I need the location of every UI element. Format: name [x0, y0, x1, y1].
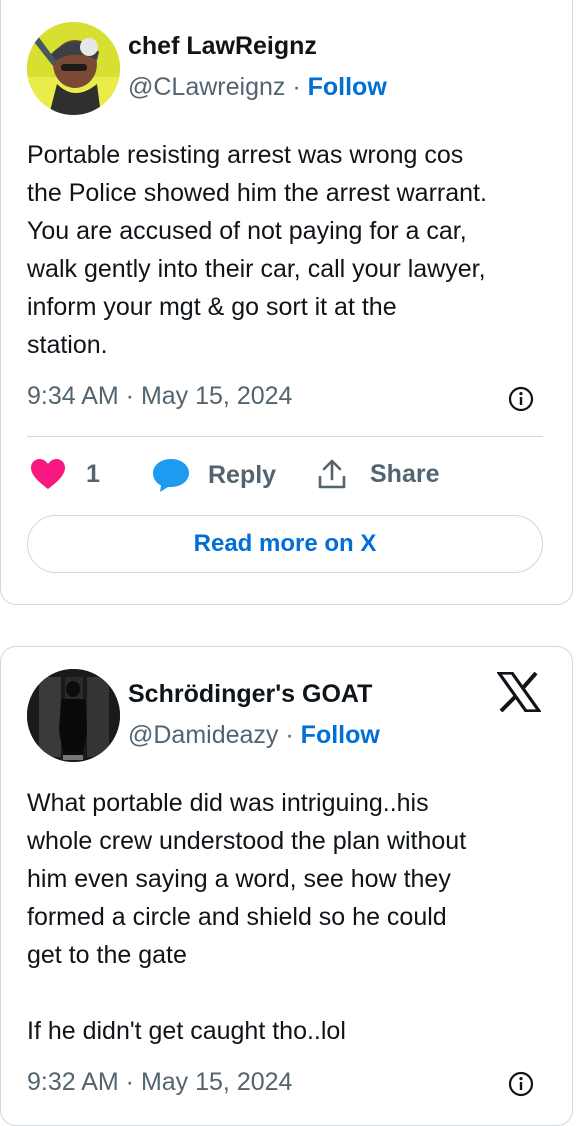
- author-avatar-1[interactable]: [27, 22, 120, 115]
- author-handle-1[interactable]: @CLawreignz: [128, 73, 285, 101]
- info-icon[interactable]: [508, 386, 534, 412]
- tweet-text-2: What portable did was intriguing..his wh…: [27, 789, 467, 1045]
- x-logo-icon[interactable]: [497, 672, 541, 712]
- reply-label: Reply: [208, 460, 277, 489]
- divider: [27, 436, 543, 437]
- author-avatar-2[interactable]: [27, 669, 120, 762]
- author-handle-row-2: @Damideazy · Follow: [128, 721, 380, 750]
- share-label: Share: [370, 459, 440, 488]
- info-icon[interactable]: [508, 1071, 534, 1097]
- avatar-image: [27, 22, 120, 115]
- tweet-timestamp-2[interactable]: 9:32 AM · May 15, 2024: [27, 1068, 292, 1097]
- like-button[interactable]: 1: [30, 458, 100, 490]
- follow-button-1[interactable]: Follow: [308, 73, 387, 101]
- read-more-button[interactable]: Read more on X: [27, 515, 543, 573]
- share-icon: [318, 459, 346, 489]
- separator-dot: ·: [285, 721, 294, 749]
- author-name-2[interactable]: Schrödinger's GOAT: [128, 680, 372, 709]
- avatar-image: [27, 669, 120, 762]
- tweet-timestamp-1[interactable]: 9:34 AM · May 15, 2024: [27, 382, 292, 411]
- share-button[interactable]: Share: [316, 458, 439, 490]
- author-name-1[interactable]: chef LawReignz: [128, 32, 317, 61]
- speech-bubble-icon: [153, 459, 189, 492]
- separator-dot: ·: [292, 73, 301, 101]
- heart-icon: [31, 459, 65, 489]
- tweet-text-1: Portable resisting arrest was wrong cos …: [27, 141, 487, 359]
- author-handle-row-1: @CLawreignz · Follow: [128, 73, 387, 102]
- like-count: 1: [86, 459, 100, 488]
- follow-button-2[interactable]: Follow: [301, 721, 380, 749]
- reply-button[interactable]: Reply: [152, 458, 276, 492]
- author-handle-2[interactable]: @Damideazy: [128, 721, 278, 749]
